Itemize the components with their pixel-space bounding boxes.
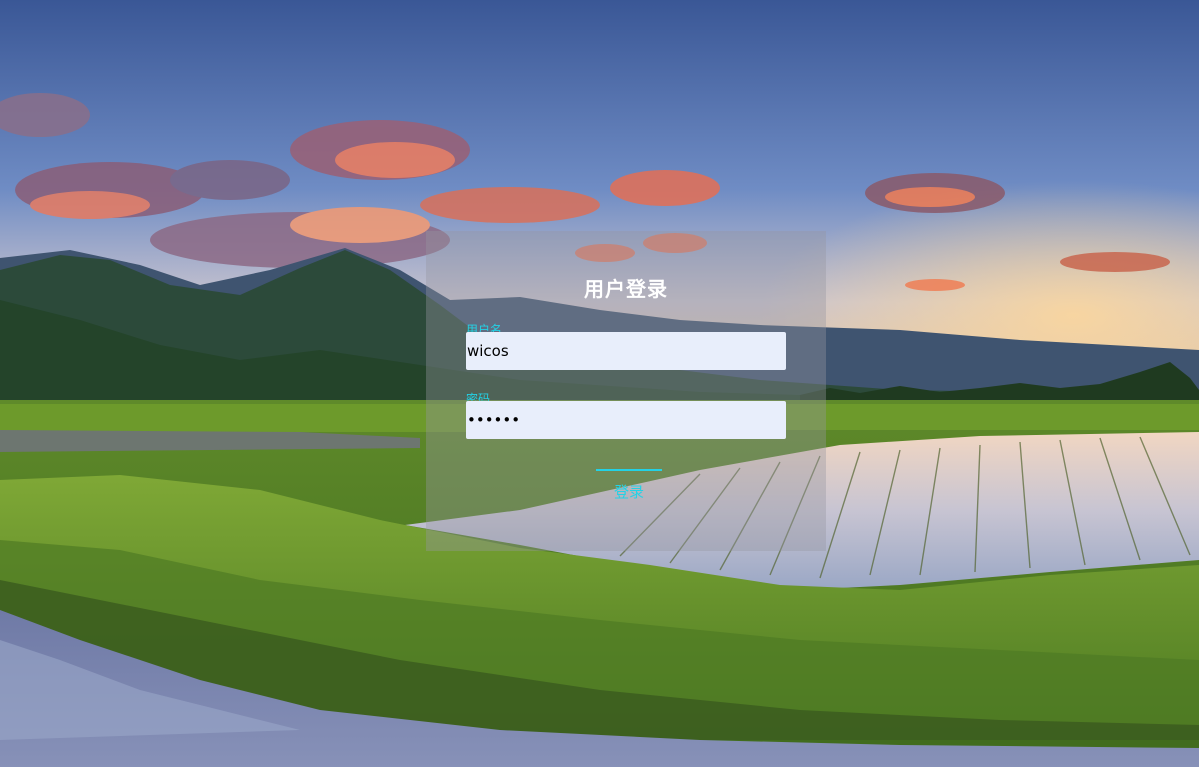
login-title: 用户登录 — [584, 277, 668, 301]
login-panel: 用户登录 用户名 密码 登录 — [426, 231, 826, 551]
password-input[interactable] — [466, 401, 786, 439]
login-button[interactable]: 登录 — [596, 469, 662, 501]
username-input[interactable] — [466, 332, 786, 370]
